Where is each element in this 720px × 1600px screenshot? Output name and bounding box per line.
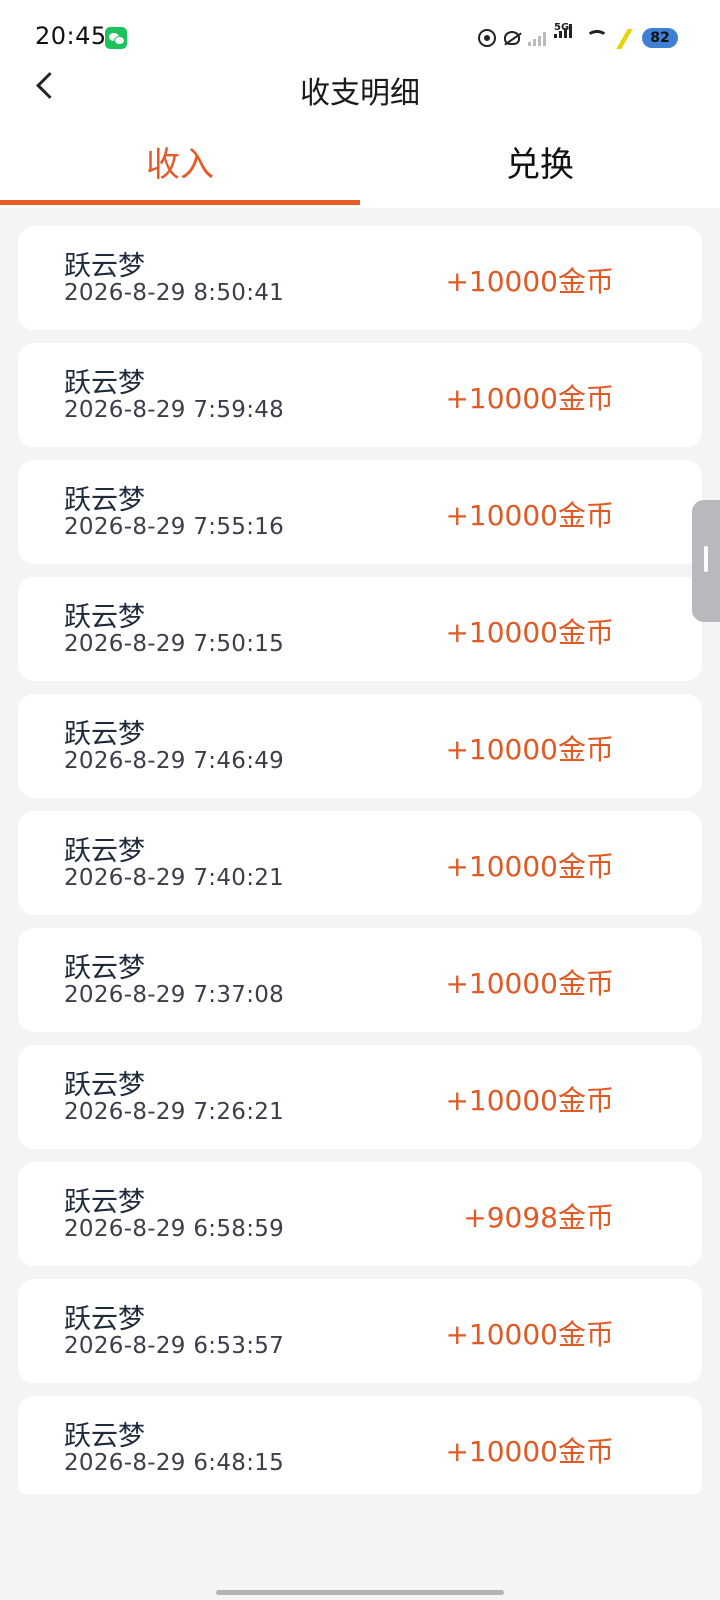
record-time: 2026-8-29 6:48:15: [64, 1450, 285, 1476]
record-card[interactable]: 跃云梦 2026-8-29 7:26:21 +10000金币: [18, 1045, 702, 1149]
home-indicator[interactable]: [216, 1590, 504, 1595]
record-time: 2026-8-29 7:50:15: [64, 631, 285, 657]
record-name: 跃云梦: [64, 368, 145, 399]
record-amount: +10000金币: [445, 1318, 614, 1351]
record-amount: +10000金币: [445, 967, 614, 1000]
record-amount: +9098金币: [463, 1201, 614, 1234]
record-list[interactable]: 跃云梦 2026-8-29 8:50:41 +10000金币 跃云梦 2026-8-29…: [0, 208, 720, 1494]
record-amount: +10000金币: [445, 499, 614, 532]
record-card[interactable]: 跃云梦 2026-8-29 7:46:49 +10000金币: [18, 694, 702, 798]
record-card[interactable]: 跃云梦 2026-8-29 6:53:57 +10000金币: [18, 1279, 702, 1383]
record-amount: +10000金币: [445, 265, 614, 298]
tab-income[interactable]: 收入: [0, 130, 360, 206]
tab-bar: 收入 兑换: [0, 130, 720, 206]
record-amount: +10000金币: [445, 850, 614, 883]
record-name: 跃云梦: [64, 836, 145, 867]
silent-icon: [504, 31, 520, 45]
record-name: 跃云梦: [64, 485, 145, 516]
record-name: 跃云梦: [64, 953, 145, 984]
wechat-icon: [105, 27, 127, 49]
record-time: 2026-8-29 7:26:21: [64, 1099, 285, 1125]
eye-comfort-icon: [478, 29, 496, 47]
record-name: 跃云梦: [64, 1187, 145, 1218]
battery-icon: 82: [642, 28, 678, 48]
status-time: 20:45: [35, 22, 107, 50]
record-time: 2026-8-29 6:53:57: [64, 1333, 285, 1359]
record-card[interactable]: 跃云梦 2026-8-29 6:58:59 +9098金币: [18, 1162, 702, 1266]
record-card[interactable]: 跃云梦 2026-8-29 7:55:16 +10000金币: [18, 460, 702, 564]
record-time: 2026-8-29 7:55:16: [64, 514, 285, 540]
active-tab-indicator: [0, 200, 360, 205]
charging-icon: [616, 29, 634, 47]
side-drawer-handle[interactable]: [692, 500, 720, 622]
record-name: 跃云梦: [64, 1304, 145, 1335]
signal-5g-icon: 5G: [554, 22, 578, 50]
status-bar: 20:45 5G 82: [0, 0, 720, 76]
record-time: 2026-8-29 7:40:21: [64, 865, 285, 891]
signal-icon: [528, 30, 546, 46]
record-time: 2026-8-29 7:37:08: [64, 982, 285, 1008]
record-amount: +10000金币: [445, 616, 614, 649]
record-name: 跃云梦: [64, 251, 145, 282]
record-amount: +10000金币: [445, 1435, 614, 1468]
record-card[interactable]: 跃云梦 2026-8-29 7:40:21 +10000金币: [18, 811, 702, 915]
wifi-icon: [586, 30, 608, 46]
record-name: 跃云梦: [64, 1070, 145, 1101]
record-time: 2026-8-29 8:50:41: [64, 280, 285, 306]
page-title: 收支明细: [300, 76, 420, 111]
status-icons: 5G 82: [478, 22, 678, 50]
record-card[interactable]: 跃云梦 2026-8-29 6:48:15 +10000金币: [18, 1396, 702, 1494]
top-bar: 20:45 5G 82 收支明细 收入 兑换: [0, 0, 720, 208]
tab-exchange[interactable]: 兑换: [360, 130, 720, 206]
record-card[interactable]: 跃云梦 2026-8-29 8:50:41 +10000金币: [18, 226, 702, 330]
record-name: 跃云梦: [64, 719, 145, 750]
record-name: 跃云梦: [64, 602, 145, 633]
record-amount: +10000金币: [445, 1084, 614, 1117]
record-amount: +10000金币: [445, 733, 614, 766]
record-amount: +10000金币: [445, 382, 614, 415]
record-card[interactable]: 跃云梦 2026-8-29 7:50:15 +10000金币: [18, 577, 702, 681]
record-card[interactable]: 跃云梦 2026-8-29 7:59:48 +10000金币: [18, 343, 702, 447]
record-time: 2026-8-29 7:46:49: [64, 748, 285, 774]
record-card[interactable]: 跃云梦 2026-8-29 7:37:08 +10000金币: [18, 928, 702, 1032]
record-time: 2026-8-29 6:58:59: [64, 1216, 285, 1242]
record-time: 2026-8-29 7:59:48: [64, 397, 285, 423]
record-name: 跃云梦: [64, 1421, 145, 1452]
